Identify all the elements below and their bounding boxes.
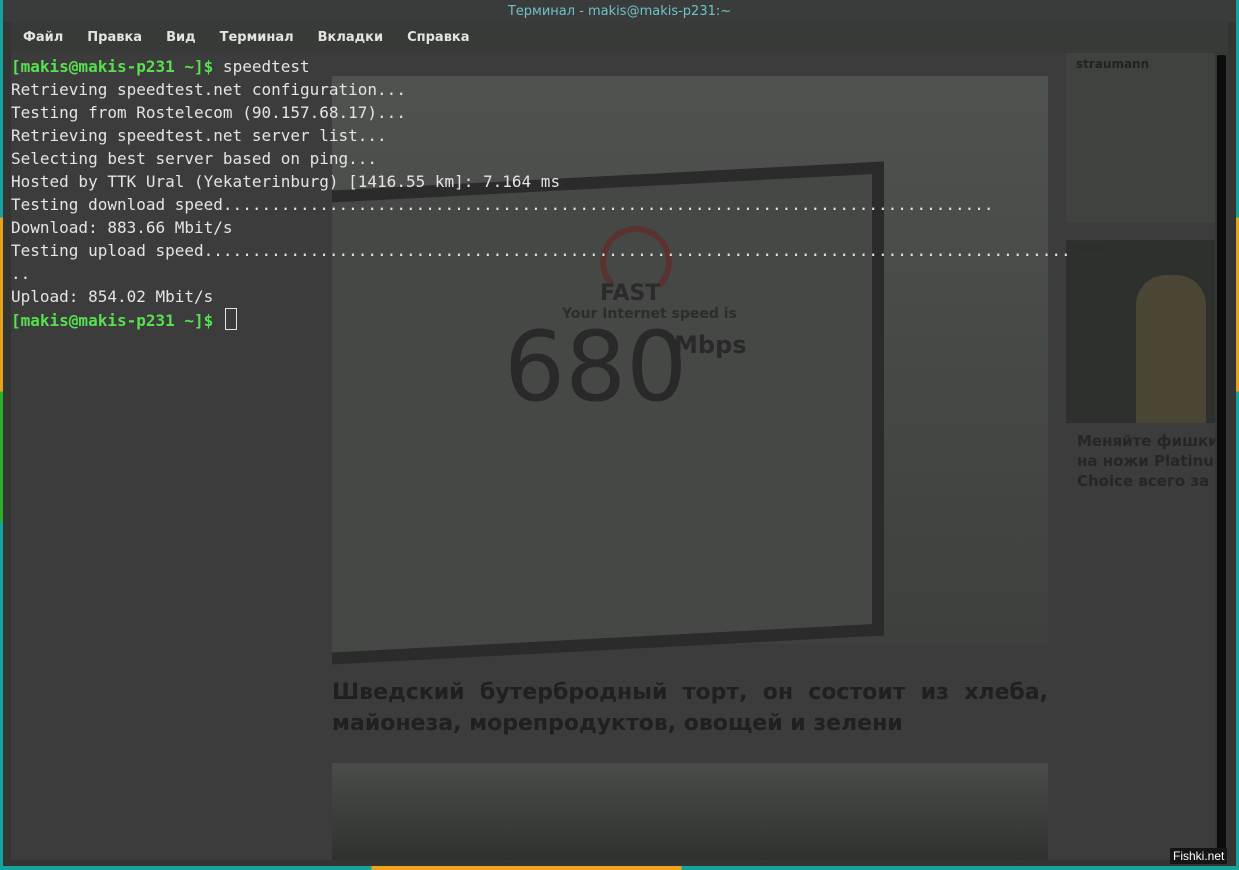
menu-help[interactable]: Справка [395, 30, 481, 45]
terminal-window: Терминал - makis@makis-p231:~ Файл Правк… [3, 0, 1236, 866]
watermark: Fishki.net [1170, 848, 1228, 864]
output-line: Selecting best server based on ping... [11, 149, 378, 168]
window-title: Терминал - makis@makis-p231:~ [507, 3, 732, 19]
window-titlebar[interactable]: Терминал - makis@makis-p231:~ [3, 0, 1236, 22]
download-result: Download: 883.66 Mbit/s [11, 218, 233, 237]
text-cursor [224, 308, 237, 330]
menu-tabs[interactable]: Вкладки [306, 30, 395, 45]
output-line: Hosted by TTK Ural (Yekaterinburg) [1416… [11, 172, 561, 191]
terminal-scrollbar[interactable] [1215, 53, 1228, 860]
active-prompt-line[interactable]: [makis@makis-p231 ~]$ [11, 308, 1215, 331]
output-line: Testing download speed..................… [11, 195, 994, 214]
menu-terminal[interactable]: Терминал [208, 30, 306, 45]
command-line: [makis@makis-p231 ~]$ speedtest [11, 55, 1215, 78]
command-text: speedtest [213, 57, 310, 76]
shell-prompt: [makis@makis-p231 ~]$ [11, 311, 214, 330]
shell-prompt: [makis@makis-p231 ~]$ [11, 57, 214, 76]
output-line: Retrieving speedtest.net configuration..… [11, 80, 406, 99]
scrollbar-thumb[interactable] [1217, 55, 1226, 858]
upload-result: Upload: 854.02 Mbit/s [11, 287, 214, 306]
terminal-output[interactable]: [makis@makis-p231 ~]$ speedtest Retrievi… [11, 53, 1215, 862]
menu-file[interactable]: Файл [11, 30, 75, 45]
output-line: .. [11, 264, 31, 283]
output-line: Testing from Rostelecom (90.157.68.17)..… [11, 103, 406, 122]
desktop-border-bottom [0, 866, 1239, 870]
menu-bar: Файл Правка Вид Терминал Вкладки Справка [11, 22, 1228, 53]
menu-edit[interactable]: Правка [75, 30, 154, 45]
output-line: Retrieving speedtest.net server list... [11, 126, 387, 145]
menu-view[interactable]: Вид [154, 30, 208, 45]
output-line: Testing upload speed....................… [11, 241, 1071, 260]
